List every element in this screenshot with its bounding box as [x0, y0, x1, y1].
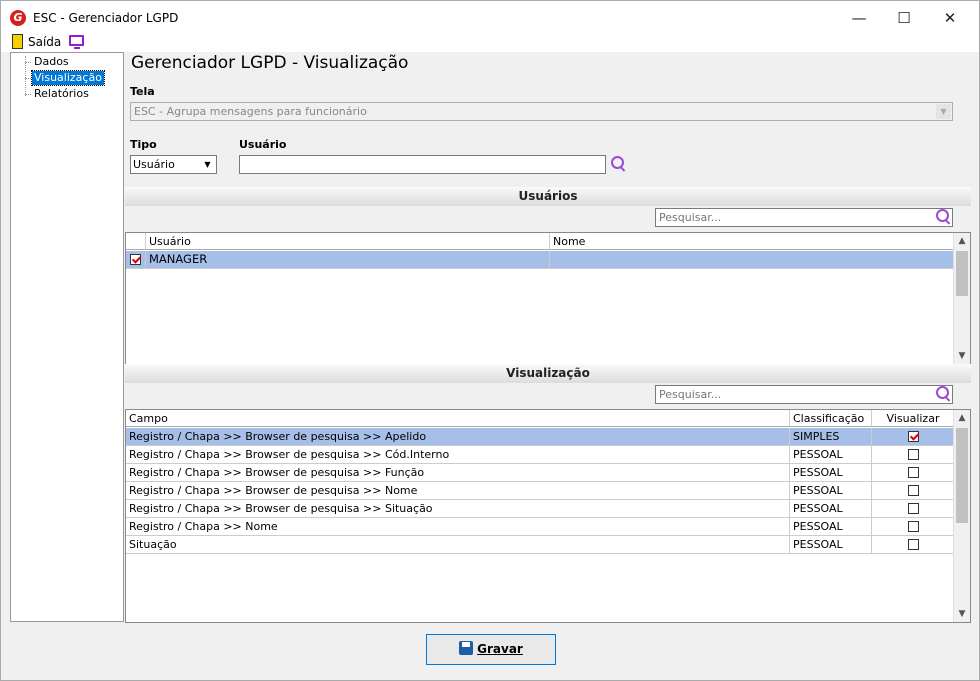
exit-door-icon[interactable]	[12, 34, 23, 49]
window-title: ESC - Gerenciador LGPD	[33, 11, 179, 25]
cell-visualizar	[872, 482, 955, 500]
tipo-label: Tipo	[130, 138, 157, 151]
tela-select[interactable]: ESC - Agrupa mensagens para funcionário …	[130, 102, 953, 121]
maximize-icon[interactable]: ☐	[881, 7, 927, 31]
chevron-down-icon[interactable]: ▼	[936, 104, 951, 119]
cell-classificacao: PESSOAL	[790, 482, 872, 500]
cell-visualizar	[872, 446, 955, 464]
cell-campo: Situação	[126, 536, 790, 554]
cell-visualizar	[872, 464, 955, 482]
chevron-down-icon[interactable]: ▼	[200, 157, 215, 172]
column-header-campo[interactable]: Campo	[126, 410, 790, 427]
app-logo-icon: G	[10, 10, 26, 26]
scroll-up-icon[interactable]: ▲	[954, 410, 970, 426]
scroll-up-icon[interactable]: ▲	[954, 233, 970, 249]
tree-item-visualizacao[interactable]: Visualização	[31, 70, 105, 86]
visualizar-checkbox[interactable]	[908, 467, 919, 478]
cell-campo: Registro / Chapa >> Browser de pesquisa …	[126, 464, 790, 482]
search-icon[interactable]	[936, 209, 952, 225]
cell-visualizar	[872, 536, 955, 554]
cell-visualizar	[872, 428, 955, 446]
navigation-tree: Dados Visualização Relatórios	[10, 52, 124, 622]
column-header-usuario[interactable]: Usuário	[146, 233, 550, 250]
tipo-select-value: Usuário	[133, 158, 175, 171]
tree-item-dados[interactable]: Dados	[32, 55, 71, 69]
column-header-nome[interactable]: Nome	[550, 233, 955, 250]
cell-classificacao: PESSOAL	[790, 500, 872, 518]
cell-visualizar	[872, 500, 955, 518]
cell-nome	[550, 251, 955, 269]
usuario-input[interactable]	[239, 155, 606, 174]
visualizacao-table: Campo Classificação Visualizar Registro …	[125, 409, 971, 623]
save-button-label: Gravar	[477, 642, 523, 656]
cell-campo: Registro / Chapa >> Browser de pesquisa …	[126, 482, 790, 500]
visualizar-checkbox[interactable]	[908, 521, 919, 532]
cell-classificacao: PESSOAL	[790, 536, 872, 554]
visualizar-checkbox[interactable]	[908, 503, 919, 514]
table-row[interactable]: Registro / Chapa >> Browser de pesquisa …	[126, 482, 955, 500]
visualizar-checkbox[interactable]	[908, 539, 919, 550]
minimize-icon[interactable]: —	[836, 7, 882, 31]
visualizacao-section-header: Visualização	[125, 364, 971, 383]
checkbox-column-header	[126, 233, 146, 250]
column-header-visualizar[interactable]: Visualizar	[872, 410, 955, 427]
visualizar-checkbox[interactable]	[908, 485, 919, 496]
table-row[interactable]: Registro / Chapa >> Browser de pesquisa …	[126, 446, 955, 464]
cell-campo: Registro / Chapa >> Browser de pesquisa …	[126, 428, 790, 446]
page-title: Gerenciador LGPD - Visualização	[131, 53, 409, 73]
exit-button[interactable]: Saída	[28, 35, 61, 49]
cell-campo: Registro / Chapa >> Browser de pesquisa …	[126, 500, 790, 518]
table-row[interactable]: Registro / Chapa >> Nome PESSOAL	[126, 518, 955, 536]
table-row[interactable]: Registro / Chapa >> Browser de pesquisa …	[126, 428, 955, 446]
app-window: G ESC - Gerenciador LGPD — ☐ ✕ Saída Dad…	[0, 0, 980, 681]
visualizar-checkbox[interactable]	[908, 449, 919, 460]
floppy-disk-icon	[459, 641, 474, 655]
cell-usuario: MANAGER	[146, 251, 550, 269]
visualizar-checkbox[interactable]	[908, 431, 919, 442]
table-row[interactable]: Registro / Chapa >> Browser de pesquisa …	[126, 464, 955, 482]
cell-classificacao: PESSOAL	[790, 518, 872, 536]
scroll-thumb[interactable]	[956, 428, 968, 523]
search-icon[interactable]	[936, 386, 952, 402]
usuarios-section-header: Usuários	[125, 187, 971, 206]
tree-connector	[25, 62, 31, 63]
row-checkbox[interactable]	[130, 254, 141, 265]
row-checkbox-cell	[126, 251, 146, 269]
cell-campo: Registro / Chapa >> Browser de pesquisa …	[126, 446, 790, 464]
cell-classificacao: SIMPLES	[790, 428, 872, 446]
monitor-icon[interactable]	[69, 35, 84, 49]
scroll-down-icon[interactable]: ▼	[954, 606, 970, 622]
usuarios-search-input[interactable]: Pesquisar...	[655, 208, 953, 227]
menu-bar	[1, 32, 979, 52]
tree-connector	[25, 78, 31, 79]
vertical-scrollbar[interactable]: ▲ ▼	[953, 233, 970, 364]
cell-classificacao: PESSOAL	[790, 464, 872, 482]
visualizacao-search-input[interactable]: Pesquisar...	[655, 385, 953, 404]
cell-visualizar	[872, 518, 955, 536]
title-bar: G ESC - Gerenciador LGPD — ☐ ✕	[1, 1, 979, 32]
search-icon[interactable]	[611, 156, 627, 172]
tree-item-relatorios[interactable]: Relatórios	[32, 87, 91, 101]
table-row[interactable]: MANAGER	[126, 251, 955, 269]
save-button[interactable]: Gravar	[426, 634, 556, 665]
scroll-down-icon[interactable]: ▼	[954, 348, 970, 364]
scroll-thumb[interactable]	[956, 251, 968, 296]
tela-label: Tela	[130, 85, 155, 98]
table-row[interactable]: Registro / Chapa >> Browser de pesquisa …	[126, 500, 955, 518]
table-row[interactable]: Situação PESSOAL	[126, 536, 955, 554]
vertical-scrollbar[interactable]: ▲ ▼	[953, 410, 970, 622]
column-header-classificacao[interactable]: Classificação	[790, 410, 872, 427]
close-icon[interactable]: ✕	[927, 7, 973, 31]
usuarios-table: Usuário Nome MANAGER ▲ ▼	[125, 232, 971, 365]
tipo-select[interactable]: Usuário ▼	[130, 155, 217, 174]
usuario-label: Usuário	[239, 138, 287, 151]
tela-select-value: ESC - Agrupa mensagens para funcionário	[134, 105, 367, 118]
cell-campo: Registro / Chapa >> Nome	[126, 518, 790, 536]
tree-connector	[25, 94, 31, 95]
cell-classificacao: PESSOAL	[790, 446, 872, 464]
